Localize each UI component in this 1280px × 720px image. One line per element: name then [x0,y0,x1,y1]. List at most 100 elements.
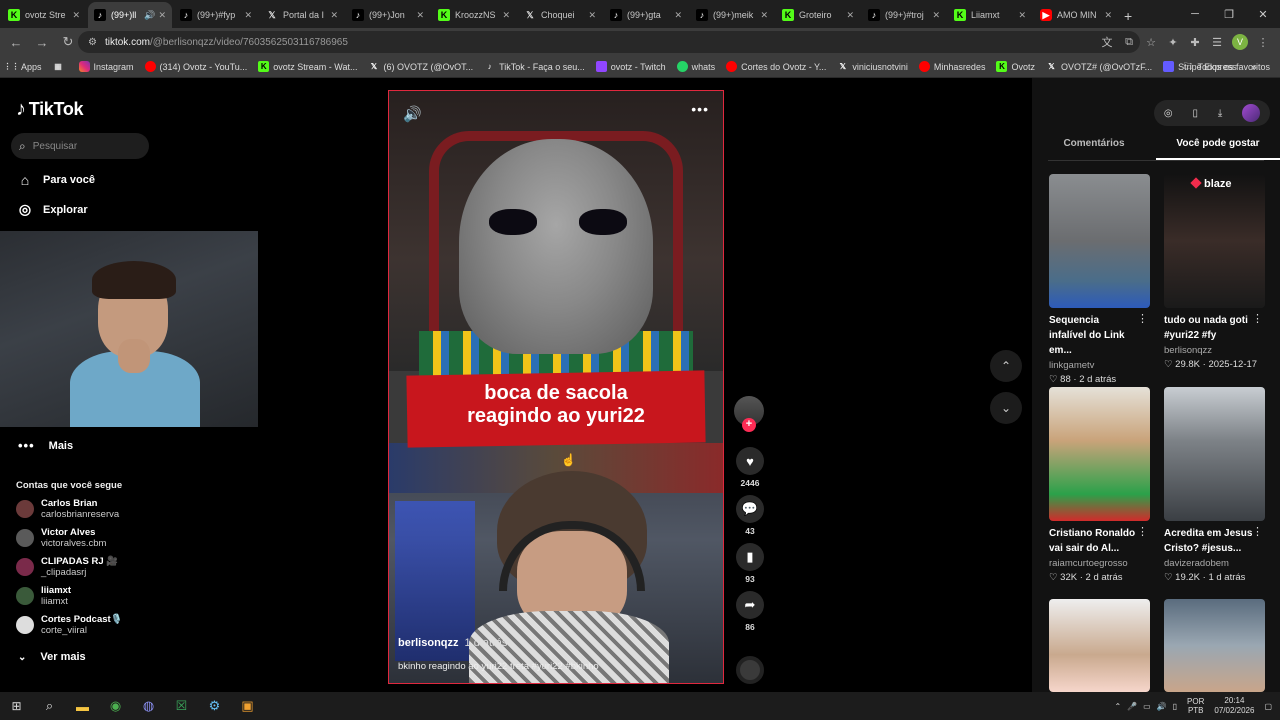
bookmark-twitch[interactable]: ovotz - Twitch [595,61,666,72]
bookmark-apps[interactable]: ⋮⋮ Apps [4,61,42,72]
bookmark-youtube-ovotz[interactable]: (314) Ovotz - YouTu... [144,61,247,72]
bookmark-kick-stream[interactable]: Kovotz Stream - Wat... [258,61,357,72]
followed-account[interactable]: Carlos Brian carlosbrianreserva [16,498,119,520]
close-tab-icon[interactable]: ✕ [588,10,596,21]
video-author[interactable]: berlisonqzz 1 d atrás [398,637,507,649]
like-button[interactable]: ♥ 2446 [734,447,766,488]
next-video-button[interactable]: ⌄ [990,392,1022,424]
nav-para-voce[interactable]: ⌂ Para você [16,172,95,188]
notifications-icon[interactable]: ▢ [1264,702,1272,711]
bookmark-instagram[interactable]: Instagram [78,61,134,72]
steam-icon[interactable]: ⚙ [198,692,231,720]
recommended-video-card[interactable] [1164,599,1265,692]
bookmark-vinicius[interactable]: 𝕏viniciusnotvini [837,61,908,72]
extension-icon[interactable]: ✦ [1162,30,1184,54]
followed-account[interactable]: Cortes Podcast🎙️ corte_viiral [16,614,123,636]
video-thumbnail[interactable] [1164,387,1265,521]
close-tab-icon[interactable]: ✕ [416,10,424,21]
install-app-icon[interactable]: ⧉ [1118,30,1140,54]
search-input[interactable]: ⌕ Pesquisar [11,133,149,159]
tab-comentarios[interactable]: Comentários [1032,136,1156,160]
bookmark-minhasredes[interactable]: Minhasredes [918,61,985,72]
bookmark-ovotz-x[interactable]: 𝕏 OVOTZ# (@OvOTzF... [1046,61,1152,72]
extensions-puzzle-icon[interactable]: ✚ [1184,30,1206,54]
translate-icon[interactable]: 文 [1096,30,1118,54]
card-more-icon[interactable]: ⋮ [1252,312,1263,325]
video-thumbnail[interactable] [1049,387,1150,521]
xbox-app-icon[interactable]: ☒ [165,692,198,720]
tab-tiktok-troj[interactable]: ♪ (99+)#troj ✕ [862,2,946,28]
profile-avatar[interactable] [1242,104,1261,122]
site-info-icon[interactable]: ⚙ [88,37,97,48]
recommended-video-card[interactable]: Sequencia infalível do Link em... ⋮ link… [1049,174,1150,385]
battery-icon[interactable]: ▯ [1173,702,1177,711]
close-tab-icon[interactable]: ✕ [72,10,80,21]
card-more-icon[interactable]: ⋮ [1252,525,1263,538]
tab-choquei[interactable]: 𝕏 Choquei ✕ [518,2,602,28]
back-button[interactable]: ← [4,30,28,54]
download-icon[interactable]: ⤓ [1218,108,1222,119]
recommended-video-card[interactable]: blaze tudo ou nada goti #yuri22 #fy ⋮ be… [1164,174,1265,370]
bookmark-star-icon[interactable]: ☆ [1140,30,1162,54]
reload-button[interactable]: ↻ [56,30,80,54]
music-disc-icon[interactable] [736,656,764,684]
card-more-icon[interactable]: ⋮ [1137,525,1148,538]
tab-portal[interactable]: 𝕏 Portal da I ✕ [260,2,344,28]
restore-icon[interactable]: ❐ [1212,0,1246,28]
reading-list-icon[interactable]: ☰ [1206,30,1228,54]
see-more-button[interactable]: ⌄ Ver mais [18,651,86,663]
compass-icon[interactable]: ◎ [1164,108,1173,119]
clock[interactable]: 20:14 07/02/2026 [1214,696,1254,716]
volume-icon[interactable]: 🔊 [403,105,422,123]
recommended-video-card[interactable]: Cristiano Ronaldo vai sair do Al... ⋮ ra… [1049,387,1150,583]
nav-explorar[interactable]: ◎ Explorar [16,201,88,218]
network-icon[interactable]: ▭ [1143,702,1151,711]
video-thumbnail[interactable] [1049,599,1150,692]
recommended-video-card[interactable] [1049,599,1150,692]
nav-mais[interactable]: ••• Mais [18,438,73,453]
menu-kebab-icon[interactable]: ⋮ [1252,30,1274,54]
close-tab-icon[interactable]: ✕ [760,10,768,21]
search-icon[interactable]: ⌕ [33,692,66,720]
video-thumbnail[interactable]: blaze [1164,174,1265,308]
video-thumbnail[interactable] [1164,599,1265,692]
close-tab-icon[interactable]: ✕ [244,10,252,21]
tray-overflow-icon[interactable]: ⌃ [1114,702,1121,711]
discord-icon[interactable]: ◍ [132,692,165,720]
tab-tiktok-meik[interactable]: ♪ (99+)meik ✕ [690,2,774,28]
previous-video-button[interactable]: ⌃ [990,350,1022,382]
share-button[interactable]: ➦ 86 [734,591,766,632]
video-thumbnail[interactable] [1049,174,1150,308]
close-tab-icon[interactable]: ✕ [1104,10,1112,21]
close-tab-icon[interactable]: ✕ [846,10,854,21]
bookmark-ovotz-kick[interactable]: K Ovotz [996,61,1035,72]
close-tab-icon[interactable]: ✕ [502,10,510,21]
bookmark-tiktok[interactable]: ♪ TikTok - Faça o seu... [484,61,585,72]
bookmark-cortes[interactable]: Cortes do Ovotz - Y... [726,61,826,72]
bookmark-grid[interactable]: ▦ [53,61,68,72]
profile-avatar[interactable]: V [1232,34,1248,50]
address-bar[interactable]: ⚙ tiktok.com/@berlisonqzz/video/76035625… [78,31,1140,53]
tab-tiktok-fyp[interactable]: ♪ (99+)#fyp ✕ [174,2,258,28]
close-tab-icon[interactable]: ✕ [932,10,940,21]
card-more-icon[interactable]: ⋮ [1137,312,1148,325]
tab-tiktok-jon[interactable]: ♪ (99+)Jon ✕ [346,2,430,28]
recommended-video-card[interactable]: Acredita em Jesus Cristo? #jesus... ⋮ da… [1164,387,1265,583]
close-tab-icon[interactable]: ✕ [674,10,682,21]
tiktok-logo[interactable]: ♪ TikTok [16,98,84,121]
close-tab-icon[interactable]: ✕ [158,10,166,21]
video-more-icon[interactable]: ••• [691,101,709,117]
file-explorer-icon[interactable]: ▬ [66,692,99,720]
tab-groteiro[interactable]: K Groteiro ✕ [776,2,860,28]
paint-app-icon[interactable]: ▣ [231,692,264,720]
windows-start-icon[interactable]: ⊞ [0,692,33,720]
all-bookmarks-button[interactable]: 🗀 Todos os favoritos [1183,59,1270,75]
tab-amo-min[interactable]: ▶ AMO MIN ✕ [1034,2,1118,28]
comment-button[interactable]: 💬 43 [734,495,766,536]
followed-account[interactable]: liiamxt liiamxt [16,585,71,607]
tab-ovotz-stream[interactable]: Kovotz Stre ✕ [2,2,86,28]
input-language[interactable]: POR PTB [1187,697,1204,715]
close-tab-icon[interactable]: ✕ [330,10,338,21]
phone-icon[interactable]: ▯ [1192,108,1198,119]
speaker-icon[interactable]: 🔊 [144,10,155,21]
